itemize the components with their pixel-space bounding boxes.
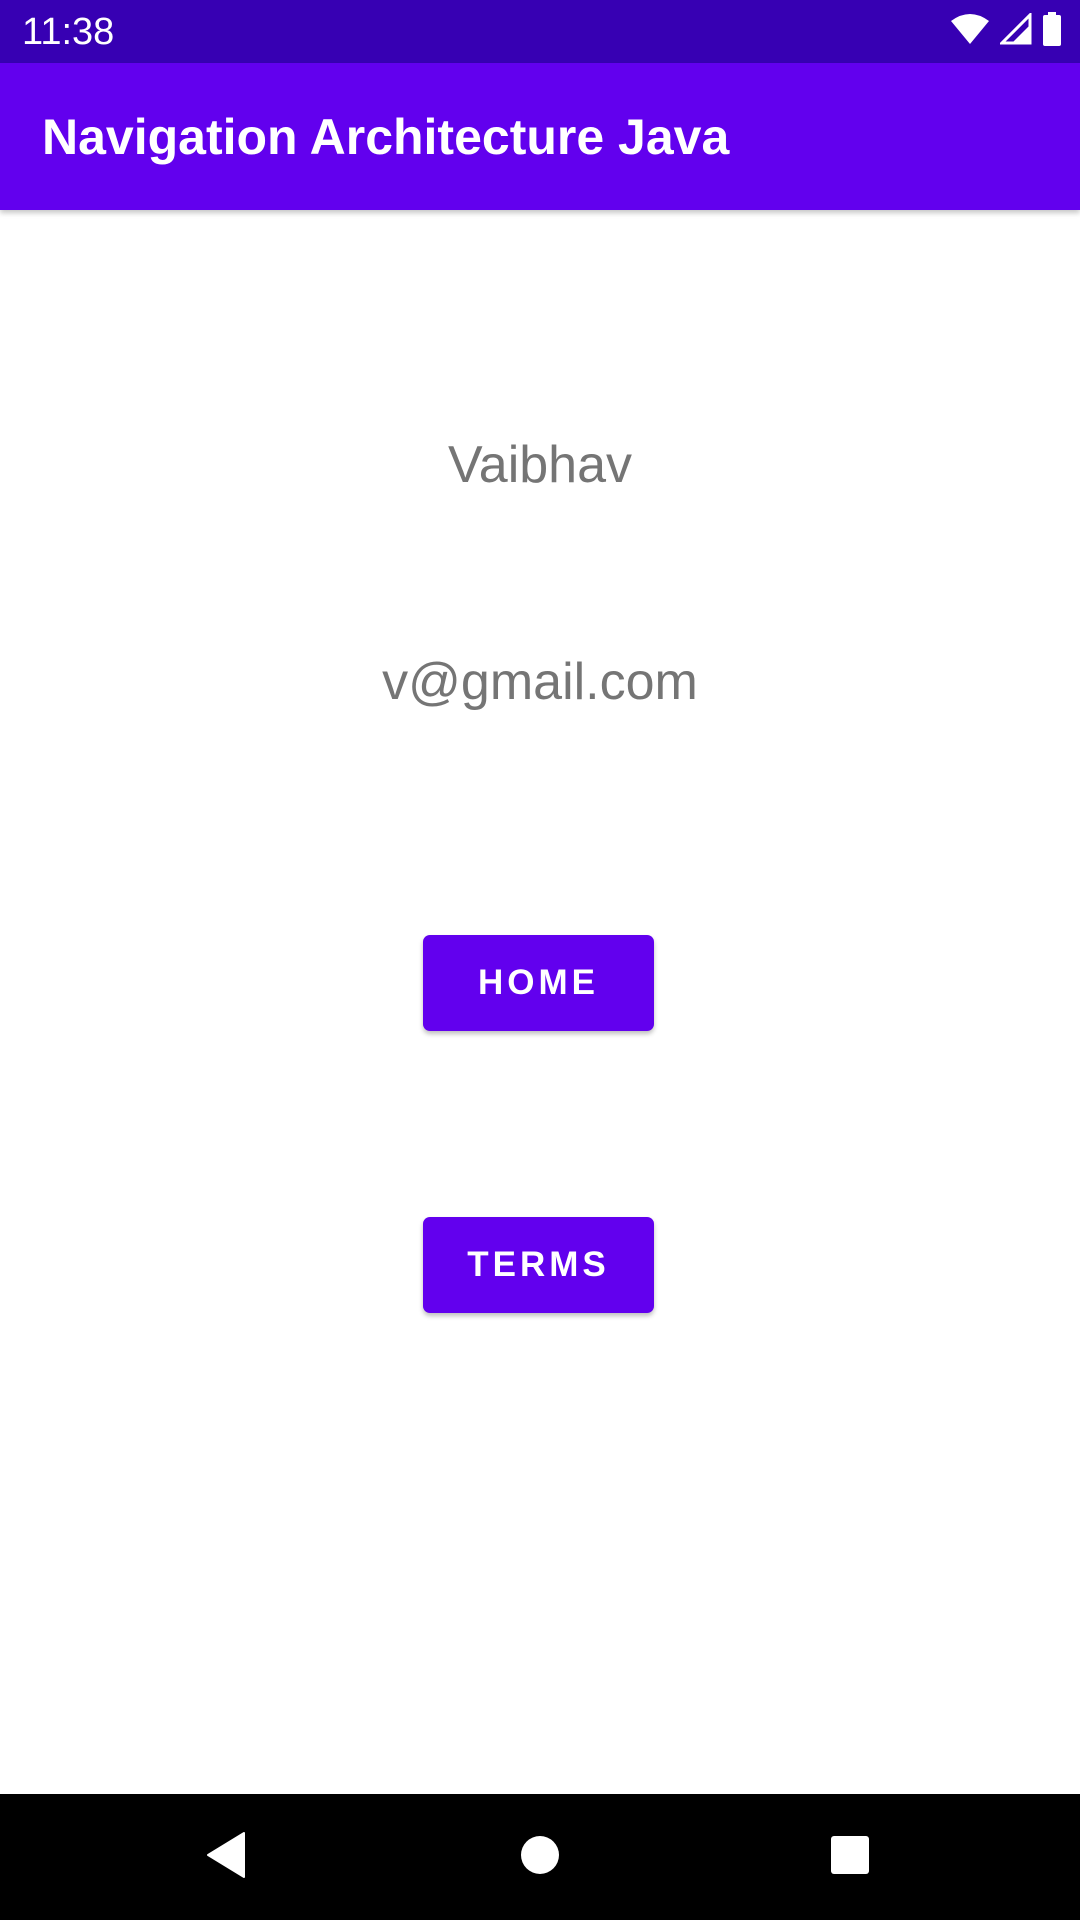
wifi-icon [950,13,990,50]
home-nav-button[interactable] [510,1827,570,1887]
back-icon [204,1831,248,1884]
status-bar: 11:38 [0,0,1080,63]
content-area: Vaibhav v@gmail.com HOME TERMS [0,210,1080,1794]
navigation-bar [0,1794,1080,1920]
back-button[interactable] [196,1827,256,1887]
battery-icon [1042,11,1062,51]
user-name: Vaibhav [447,436,633,494]
screen: 11:38 Navigation Architecture Java Vaibh… [0,0,1080,1920]
terms-button[interactable]: TERMS [423,1217,654,1313]
app-bar: Navigation Architecture Java [0,63,1080,210]
status-icons [950,10,1062,51]
signal-icon [998,10,1032,50]
home-button[interactable]: HOME [423,935,654,1031]
user-email: v@gmail.com [382,653,698,711]
recents-button[interactable] [820,1827,880,1887]
app-title: Navigation Architecture Java [42,109,730,165]
recents-icon [830,1835,870,1880]
status-time: 11:38 [22,11,115,53]
home-circle-icon [520,1835,560,1880]
